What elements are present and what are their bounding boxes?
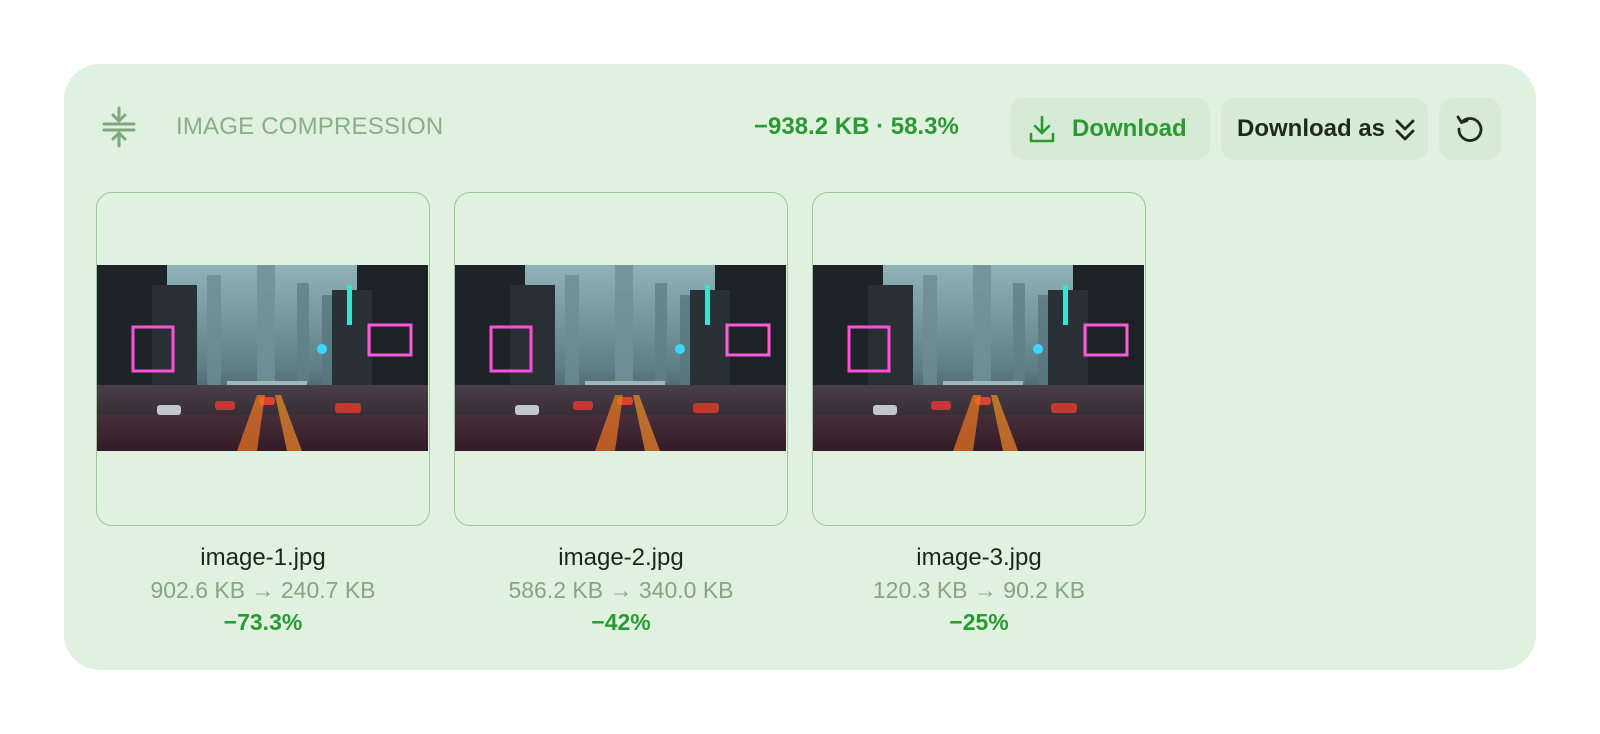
- download-as-label: Download as: [1237, 115, 1386, 142]
- file-name: image-1.jpg: [200, 544, 326, 571]
- reduction-percent: −25%: [949, 609, 1009, 635]
- image-thumbnail[interactable]: [454, 192, 788, 526]
- file-name: image-3.jpg: [916, 544, 1042, 571]
- download-as-button[interactable]: Download as: [1221, 98, 1428, 160]
- city-photo: [813, 265, 1144, 451]
- image-card: image-1.jpg 902.6 KB → 240.7 KB −73.3%: [96, 192, 430, 638]
- file-sizes: 586.2 KB → 340.0 KB: [508, 577, 734, 603]
- compress-icon: [102, 106, 136, 148]
- reduction-percent: −42%: [591, 609, 651, 635]
- file-sizes: 120.3 KB → 90.2 KB: [872, 577, 1086, 603]
- image-card: image-2.jpg 586.2 KB → 340.0 KB −42%: [454, 192, 788, 638]
- image-thumbnail[interactable]: [812, 192, 1146, 526]
- reset-button[interactable]: [1439, 98, 1501, 160]
- card-header: IMAGE COMPRESSION −938.2 KB · 58.3% Down…: [64, 64, 1536, 192]
- city-photo: [97, 265, 428, 451]
- download-icon: [1029, 115, 1055, 143]
- section-title: IMAGE COMPRESSION: [176, 113, 444, 140]
- total-savings: −938.2 KB · 58.3%: [754, 113, 959, 140]
- file-name: image-2.jpg: [558, 544, 684, 571]
- reduction-percent: −73.3%: [223, 609, 303, 635]
- city-photo: [455, 265, 786, 451]
- file-sizes: 902.6 KB → 240.7 KB: [150, 577, 376, 603]
- download-button[interactable]: Download: [1010, 98, 1210, 160]
- reset-icon: [1456, 115, 1483, 142]
- image-thumbnail[interactable]: [96, 192, 430, 526]
- image-card: image-3.jpg 120.3 KB → 90.2 KB −25%: [812, 192, 1146, 638]
- download-label: Download: [1072, 115, 1187, 142]
- image-compression-card: IMAGE COMPRESSION −938.2 KB · 58.3% Down…: [64, 64, 1536, 670]
- chevrons-down-icon: [1395, 119, 1415, 141]
